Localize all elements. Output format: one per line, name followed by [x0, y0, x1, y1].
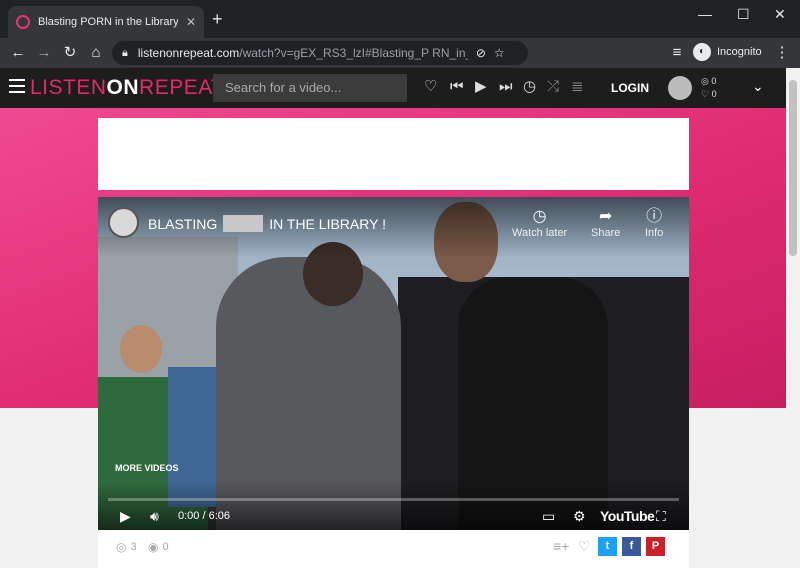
incognito-indicator[interactable]: ◐ Incognito: [693, 43, 762, 61]
more-videos-button[interactable]: MORE VIDEOS: [115, 463, 179, 473]
reload-icon[interactable]: ↻: [60, 43, 80, 63]
login-button[interactable]: LOGIN: [611, 81, 649, 95]
user-count-bottom: 0: [711, 89, 717, 99]
browser-toolbar: ← → ↻ ⌂ 🔒︎ listenonrepeat.com/watch?v=gE…: [0, 38, 800, 68]
menu-dots-icon[interactable]: ⋮: [772, 43, 792, 63]
avatar[interactable]: [668, 76, 692, 100]
site-favicon-icon: [16, 15, 30, 29]
browser-titlebar: Blasting PORN in the Library Pran ✕ + — …: [0, 0, 800, 38]
next-icon[interactable]: ⏭︎: [499, 78, 513, 96]
user-counts: ◎ 0 ♡ 0: [701, 75, 717, 101]
shuffle-icon[interactable]: ⤮: [547, 78, 559, 96]
incognito-label: Incognito: [717, 46, 762, 58]
playlist-icon[interactable]: ≡: [667, 43, 687, 63]
lock-icon[interactable]: 🔒︎: [122, 47, 128, 60]
site-header: LISTENONREPEAT Search for a video... ♡ ⏮…: [0, 68, 786, 108]
play-icon[interactable]: ▶︎: [120, 508, 131, 524]
share-icon: ➦: [598, 208, 613, 225]
close-tab-icon[interactable]: ✕: [186, 15, 196, 29]
clock-icon: ◷: [532, 208, 547, 225]
maximize-icon[interactable]: ☐: [737, 6, 750, 23]
close-window-icon[interactable]: ✕: [774, 6, 786, 23]
listener-count: 0: [162, 541, 169, 553]
video-frame-person: [120, 325, 162, 373]
repeat-icon: ◎: [116, 540, 127, 554]
heart-icon[interactable]: ♡: [578, 538, 591, 555]
star-icon[interactable]: ☆: [494, 46, 505, 60]
pinterest-button[interactable]: P: [646, 537, 665, 556]
scrollbar-thumb[interactable]: [789, 80, 797, 256]
twitter-button[interactable]: t: [598, 537, 617, 556]
censor-bar: [223, 215, 264, 232]
page-scrollbar[interactable]: [786, 68, 800, 568]
site-logo[interactable]: LISTENONREPEAT: [30, 76, 225, 100]
youtube-logo[interactable]: YouTube: [600, 508, 655, 524]
channel-avatar[interactable]: [108, 207, 139, 238]
repeat-count-icon: ◎: [701, 76, 709, 86]
video-player[interactable]: BLASTING IN THE LIBRARY ! ◷ Watch later ➦ S…: [98, 197, 689, 530]
minimize-icon[interactable]: —: [698, 6, 712, 22]
tab-title: Blasting PORN in the Library Pran: [38, 16, 178, 28]
repeat-count: 3: [130, 541, 137, 553]
previous-icon[interactable]: ⏮︎: [450, 78, 464, 96]
hamburger-menu-icon[interactable]: [9, 79, 25, 97]
ad-slot: [98, 118, 689, 190]
listener-stat: ◉ 0: [148, 540, 169, 554]
video-info-bar: ◎ 3 ◉ 0 ≡+ ♡ t f P: [98, 530, 689, 568]
add-to-playlist-icon[interactable]: ≡+: [553, 538, 569, 554]
address-bar[interactable]: 🔒︎ listenonrepeat.com/watch?v=gEX_RS3_lz…: [112, 41, 528, 65]
search-input[interactable]: Search for a video...: [213, 74, 407, 102]
volume-icon[interactable]: 🔊︎: [150, 508, 159, 524]
progress-bar[interactable]: [108, 498, 679, 501]
subtitles-icon[interactable]: ▭: [542, 508, 555, 524]
time-display: 0:00 / 6:06: [178, 510, 230, 522]
timer-icon[interactable]: ◷: [523, 78, 536, 96]
forward-icon[interactable]: →: [34, 43, 54, 63]
browser-tab[interactable]: Blasting PORN in the Library Pran ✕: [8, 6, 204, 38]
info-icon: ⓘ: [646, 208, 663, 225]
facebook-button[interactable]: f: [622, 537, 641, 556]
info-button[interactable]: ⓘ Info: [645, 207, 663, 239]
video-title[interactable]: BLASTING IN THE LIBRARY !: [148, 215, 386, 232]
fullscreen-icon[interactable]: ⛶: [656, 508, 666, 524]
home-icon[interactable]: ⌂: [86, 43, 106, 63]
incognito-icon: ◐: [693, 43, 711, 61]
queue-icon[interactable]: ≣: [571, 78, 584, 96]
repeat-stat: ◎ 3: [116, 540, 137, 554]
url-text[interactable]: listenonrepeat.com/watch?v=gEX_RS3_lzI#B…: [138, 46, 468, 60]
chevron-down-icon[interactable]: ⌄: [752, 78, 764, 95]
back-icon[interactable]: ←: [8, 43, 28, 63]
eye-off-icon[interactable]: ⊘: [476, 46, 486, 60]
heart-count-icon: ♡: [701, 89, 710, 99]
user-icon: ◉: [148, 540, 159, 554]
watch-later-button[interactable]: ◷ Watch later: [512, 207, 567, 239]
play-icon[interactable]: ▶︎: [475, 78, 487, 96]
heart-icon[interactable]: ♡: [424, 78, 437, 96]
new-tab-button[interactable]: +: [212, 10, 223, 28]
share-button[interactable]: ➦ Share: [591, 207, 620, 239]
settings-gear-icon[interactable]: ⚙︎: [573, 508, 586, 524]
user-count-top: 0: [711, 76, 717, 86]
